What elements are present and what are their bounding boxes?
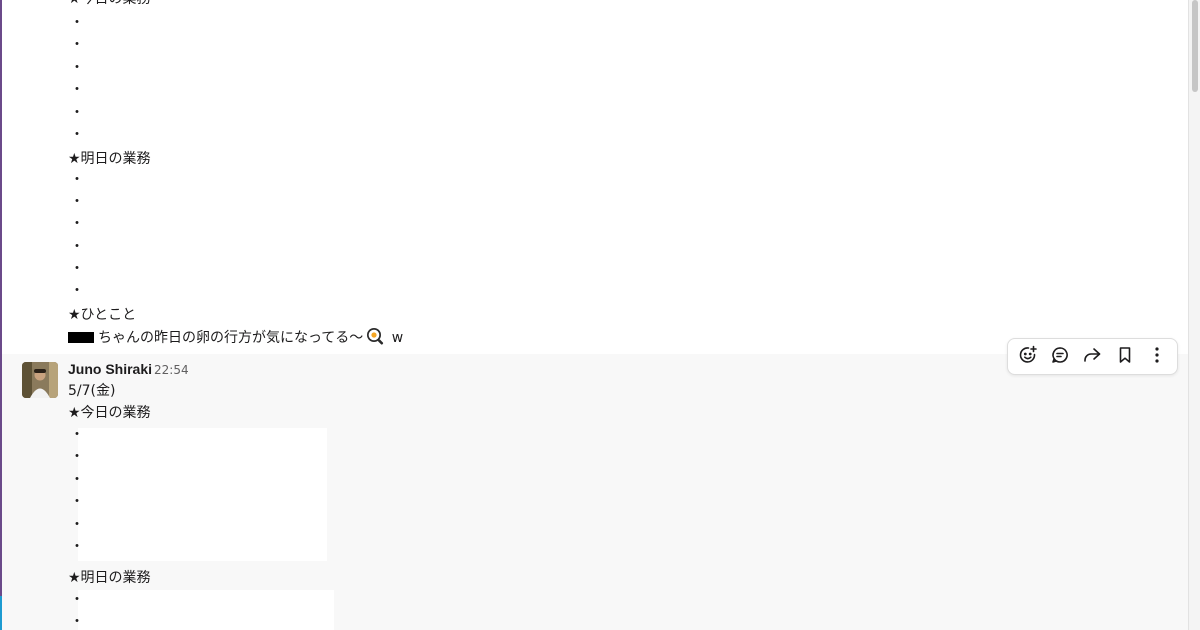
redacted-name-block bbox=[68, 332, 94, 343]
message-timestamp[interactable]: 22:54 bbox=[154, 359, 189, 381]
list-item: ・ bbox=[70, 614, 84, 630]
list-item: ・ bbox=[70, 15, 84, 31]
author-name[interactable]: Juno Shiraki bbox=[68, 358, 152, 380]
avatar[interactable] bbox=[22, 362, 58, 398]
share-message-button[interactable] bbox=[1077, 342, 1107, 372]
scrollbar[interactable] bbox=[1188, 0, 1200, 630]
message-previous: ★今日の業務 ・ ・ ・ ・ ・ ・ ★明日の業務 ・ ・ ・ ・ ・ ・ ★ひ… bbox=[2, 0, 1188, 354]
reply-thread-icon bbox=[1050, 345, 1070, 369]
list-item: ・ bbox=[70, 216, 84, 232]
list-item: ・ bbox=[70, 539, 84, 555]
unread-indicator bbox=[0, 596, 2, 630]
add-reaction-button[interactable] bbox=[1013, 342, 1043, 372]
list-item: ・ bbox=[70, 494, 84, 510]
save-for-later-button[interactable] bbox=[1110, 342, 1140, 372]
list-item: ・ bbox=[70, 194, 84, 210]
redacted-area bbox=[78, 590, 334, 630]
tomorrow-heading: ★明日の業務 bbox=[68, 570, 151, 586]
list-item: ・ bbox=[70, 82, 84, 98]
list-item: ・ bbox=[70, 105, 84, 121]
list-item: ・ bbox=[70, 172, 84, 188]
tomorrow-heading: ★明日の業務 bbox=[68, 151, 151, 167]
comment-text: ちゃんの昨日の卵の行方が気になってる〜 bbox=[98, 330, 364, 346]
today-heading: ★今日の業務 bbox=[68, 405, 151, 421]
more-vertical-icon bbox=[1147, 345, 1167, 369]
reply-thread-button[interactable] bbox=[1045, 342, 1075, 372]
today-heading: ★今日の業務 bbox=[68, 0, 151, 10]
list-item: ・ bbox=[70, 472, 84, 488]
list-item: ・ bbox=[70, 283, 84, 299]
list-item: ・ bbox=[70, 517, 84, 533]
comment-heading: ★ひとこと bbox=[68, 307, 137, 323]
list-item: ・ bbox=[70, 239, 84, 255]
comment-line: ちゃんの昨日の卵の行方が気になってる〜 w bbox=[68, 326, 403, 353]
more-actions-button[interactable] bbox=[1142, 342, 1172, 372]
list-item: ・ bbox=[70, 127, 84, 143]
list-item: ・ bbox=[70, 261, 84, 277]
list-item: ・ bbox=[70, 449, 84, 465]
share-arrow-icon bbox=[1082, 345, 1102, 369]
redacted-area bbox=[78, 428, 327, 561]
message-actions-toolbar bbox=[1007, 338, 1178, 375]
list-item: ・ bbox=[70, 592, 84, 608]
message-current[interactable]: Juno Shiraki 22:54 5/7(金) ★今日の業務 ・ ・ ・ ・… bbox=[2, 354, 1188, 630]
bookmark-icon bbox=[1115, 345, 1135, 369]
list-item: ・ bbox=[70, 60, 84, 76]
add-reaction-icon bbox=[1018, 345, 1038, 369]
list-item: ・ bbox=[70, 427, 84, 443]
date-line: 5/7(金) bbox=[68, 383, 116, 399]
list-item: ・ bbox=[70, 37, 84, 53]
scrollbar-thumb[interactable] bbox=[1192, 0, 1198, 92]
fried-egg-emoji-icon bbox=[365, 326, 385, 353]
comment-suffix: w bbox=[391, 330, 404, 346]
